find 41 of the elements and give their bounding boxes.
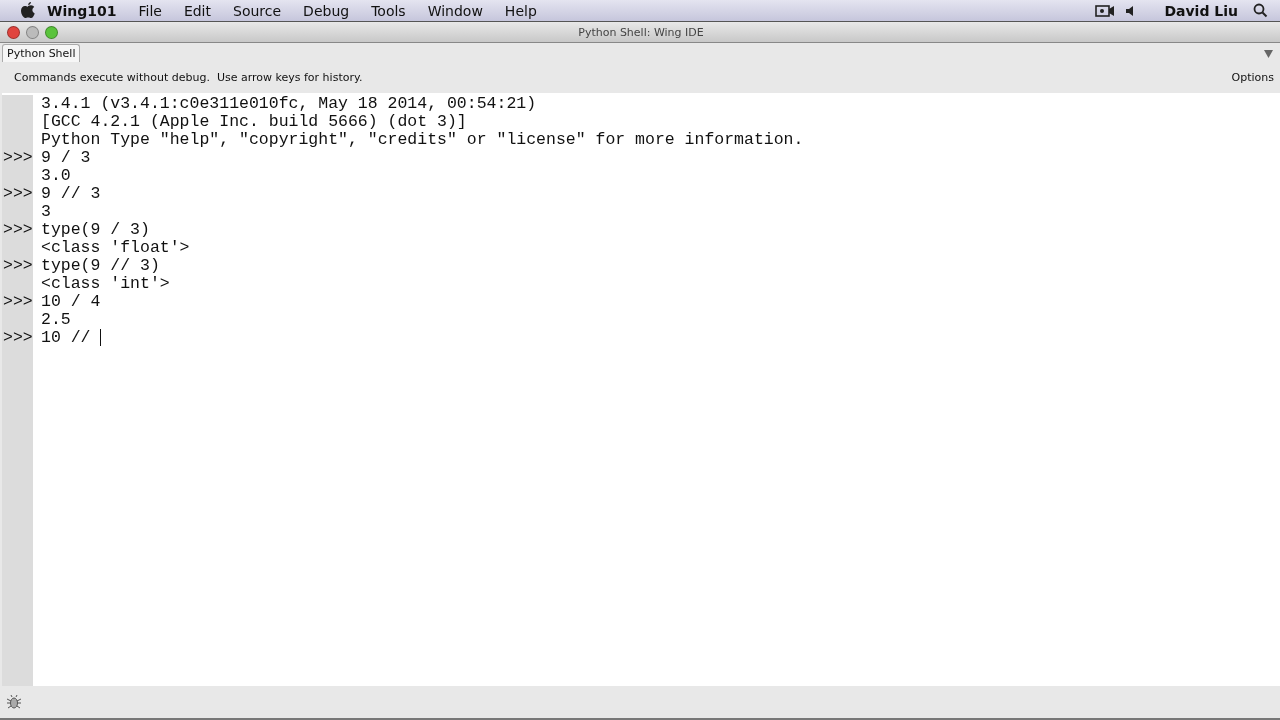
shell-line: 3.4.1 (v3.4.1:c0e311e010fc, May 18 2014, 00:54:21) [41,95,537,113]
menu-item[interactable]: Window [416,2,494,19]
hint-text: Commands execute without debug. Use arrow keys for history. [14,71,363,84]
close-button[interactable] [7,25,20,39]
shell-line: 3 [41,203,51,221]
dropdown-triangle-icon[interactable] [1264,50,1273,58]
prompt-marker: >>> [3,257,33,275]
shell-line: [GCC 4.2.1 (Apple Inc. build 5666) (dot 3)] [41,113,467,131]
shell-line: Python Type "help", "copyright", "credits" or "license" for more information. [41,131,804,149]
menu-item[interactable]: Edit [172,2,222,19]
window-title: Python Shell: Wing IDE [578,25,704,39]
shell-line: type(9 // 3) [41,257,160,275]
shell-line: type(9 / 3) [41,221,150,239]
shell-line: <class 'int'> [41,275,170,293]
video-camera-icon[interactable] [1095,3,1116,18]
prompt-marker: >>> [3,221,33,239]
menu-item[interactable]: Help [493,2,548,19]
apple-logo-icon[interactable] [20,2,36,19]
bug-icon[interactable] [6,694,22,710]
shell-line: 3.0 [41,167,71,185]
search-icon[interactable] [1253,3,1268,18]
shell-line: 2.5 [41,311,71,329]
prompt-marker: >>> [3,293,33,311]
shell-line: <class 'float'> [41,239,190,257]
zoom-button[interactable] [45,25,58,39]
shell-line: 9 // 3 [41,185,101,203]
menu-item[interactable]: Source [222,2,293,19]
tab[interactable]: Python Shell [2,44,81,62]
shell-line: 10 / 4 [41,293,101,311]
prompt-marker: >>> [3,185,33,203]
prompt-marker: >>> [3,149,33,167]
minimize-button[interactable] [26,25,39,39]
app-menu[interactable]: Wing101 [36,2,128,19]
menu-item[interactable]: Tools [360,2,417,19]
user-name[interactable]: David Liu [1153,2,1249,19]
prompt-marker: >>> [3,329,33,347]
menu-item[interactable]: File [127,2,173,19]
shell-line: 9 / 3 [41,149,91,167]
menu-item[interactable]: Debug [292,2,361,19]
shell-line: 10 // [41,329,92,347]
options-button[interactable]: Options [1231,71,1274,84]
